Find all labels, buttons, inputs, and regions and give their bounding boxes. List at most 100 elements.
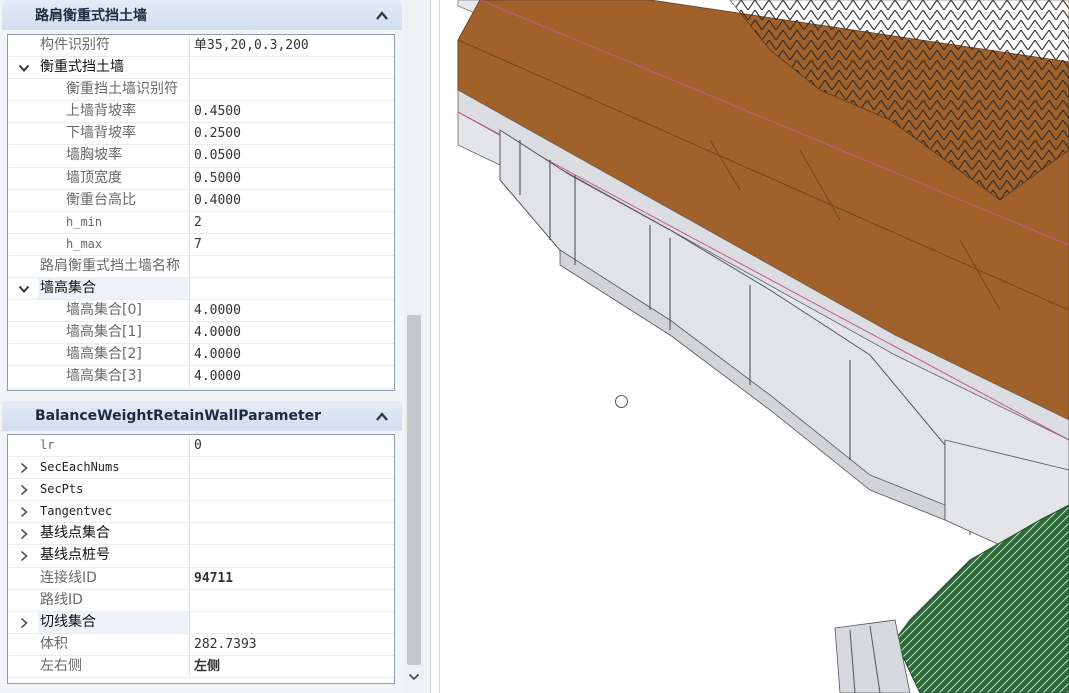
- property-row[interactable]: 墙高集合[1] 4.0000: [8, 322, 394, 345]
- property-value[interactable]: 94711: [194, 568, 394, 589]
- vertical-scrollbar[interactable]: [404, 0, 424, 693]
- property-value[interactable]: 4.0000: [194, 300, 394, 321]
- cursor-circle-icon: [615, 395, 628, 408]
- property-row[interactable]: h_max 7: [8, 233, 394, 256]
- property-row[interactable]: 衡重挡土墙识别符: [8, 79, 394, 102]
- 3d-viewport[interactable]: [440, 0, 1069, 693]
- property-value[interactable]: 4.0000: [194, 344, 394, 365]
- section-header-balance-weight-parameter[interactable]: BalanceWeightRetainWallParameter: [2, 401, 402, 431]
- chevron-right-icon[interactable]: [16, 482, 32, 498]
- property-value[interactable]: [194, 256, 394, 277]
- chevron-down-icon[interactable]: [16, 60, 32, 76]
- property-row[interactable]: 基线点桩号: [8, 545, 394, 568]
- section-title: BalanceWeightRetainWallParameter: [35, 408, 322, 424]
- property-value[interactable]: 0.4000: [194, 190, 394, 211]
- property-row[interactable]: 墙胸坡率 0.0500: [8, 145, 394, 168]
- property-value[interactable]: 0.0500: [194, 145, 394, 166]
- property-row[interactable]: h_min 2: [8, 211, 394, 234]
- property-value[interactable]: 0.5000: [194, 168, 394, 189]
- property-value[interactable]: [194, 479, 394, 500]
- property-name: lr: [38, 435, 190, 457]
- section-header-road-shoulder-wall[interactable]: 路肩衡重式挡土墙: [2, 0, 402, 30]
- property-name: h_min: [38, 211, 190, 233]
- property-row[interactable]: lr 0: [8, 435, 394, 458]
- property-name: Tangentvec: [38, 501, 190, 523]
- property-row[interactable]: 体积 282.7393: [8, 633, 394, 656]
- retaining-wall-model: [457, 0, 1069, 693]
- property-value[interactable]: [194, 590, 394, 611]
- property-value[interactable]: 2: [194, 212, 394, 233]
- chevron-right-icon[interactable]: [16, 504, 32, 520]
- chevron-right-icon[interactable]: [16, 548, 32, 564]
- property-value[interactable]: 0.2500: [194, 123, 394, 144]
- scrollbar-thumb[interactable]: [407, 315, 421, 665]
- property-row[interactable]: 上墙背坡率 0.4500: [8, 101, 394, 124]
- chevron-right-icon[interactable]: [16, 526, 32, 542]
- property-row[interactable]: 下墙背坡率 0.2500: [8, 123, 394, 146]
- property-value[interactable]: 0.4500: [194, 101, 394, 122]
- category-name: 衡重式挡土墙: [38, 57, 190, 79]
- property-row[interactable]: 衡重台高比 0.4000: [8, 189, 394, 212]
- property-value: [194, 278, 394, 299]
- category-row[interactable]: 墙高集合: [8, 278, 394, 301]
- property-name: 构件识别符: [38, 35, 190, 57]
- property-row[interactable]: 连接线ID 94711: [8, 567, 394, 590]
- property-name: 墙高集合[3]: [38, 366, 190, 388]
- category-row[interactable]: 衡重式挡土墙: [8, 57, 394, 80]
- chevron-up-icon[interactable]: [374, 408, 390, 424]
- property-value[interactable]: [194, 501, 394, 522]
- property-value[interactable]: 7: [194, 234, 394, 255]
- property-grid-1: 构件识别符 单35,20,0.3,200 衡重式挡土墙 衡重挡土墙识别符 上墙背…: [7, 34, 395, 391]
- property-name: 墙高集合[2]: [38, 344, 190, 366]
- property-value[interactable]: 单35,20,0.3,200: [194, 35, 394, 56]
- property-value[interactable]: 282.7393: [194, 634, 394, 655]
- property-name: SecEachNums: [38, 457, 190, 479]
- panel-splitter[interactable]: [430, 0, 440, 693]
- property-row[interactable]: 切线集合: [8, 611, 394, 634]
- property-value[interactable]: 4.0000: [194, 322, 394, 343]
- chevron-up-icon[interactable]: [374, 7, 390, 23]
- property-row[interactable]: 墙高集合[0] 4.0000: [8, 300, 394, 323]
- chevron-down-icon[interactable]: [16, 281, 32, 297]
- property-value[interactable]: [194, 457, 394, 478]
- property-name: 体积: [38, 633, 190, 655]
- property-value[interactable]: 0: [194, 435, 394, 456]
- property-name: 墙高集合[0]: [38, 300, 190, 322]
- property-value[interactable]: [194, 523, 394, 544]
- property-name: 路肩衡重式挡土墙名称: [38, 255, 190, 278]
- section-title: 路肩衡重式挡土墙: [35, 8, 147, 24]
- property-name: 切线集合: [38, 611, 190, 633]
- property-row[interactable]: SecPts: [8, 479, 394, 502]
- property-value[interactable]: 4.0000: [194, 366, 394, 387]
- property-row[interactable]: Tangentvec: [8, 501, 394, 524]
- property-grid-2: lr 0 SecEachNums SecPts Tangentvec 基线点集合…: [7, 434, 395, 684]
- property-name: 基线点桩号: [38, 545, 190, 567]
- property-row[interactable]: SecEachNums: [8, 457, 394, 480]
- property-value[interactable]: [194, 545, 394, 566]
- property-row[interactable]: 基线点集合: [8, 523, 394, 546]
- property-row[interactable]: 构件识别符 单35,20,0.3,200: [8, 35, 394, 58]
- chevron-right-icon[interactable]: [16, 460, 32, 476]
- property-value[interactable]: 左侧: [194, 656, 394, 677]
- property-value[interactable]: [194, 612, 394, 633]
- property-name: 衡重挡土墙识别符: [38, 79, 190, 101]
- property-row[interactable]: 路线ID: [8, 589, 394, 612]
- property-name: 基线点集合: [38, 523, 190, 545]
- property-row[interactable]: 左右侧 左侧: [8, 655, 394, 679]
- property-row[interactable]: 墙高集合[3] 4.0000: [8, 366, 394, 389]
- property-name: 左右侧: [38, 655, 190, 678]
- property-row[interactable]: 墙顶宽度 0.5000: [8, 167, 394, 190]
- property-row[interactable]: 路肩衡重式挡土墙名称: [8, 255, 394, 279]
- property-name: h_max: [38, 233, 190, 255]
- property-name: 墙胸坡率: [38, 145, 190, 167]
- scroll-down-arrow-icon[interactable]: [406, 670, 422, 684]
- property-value[interactable]: [194, 79, 394, 100]
- chevron-right-icon[interactable]: [16, 615, 32, 631]
- property-value: [194, 57, 394, 78]
- property-row[interactable]: 墙高集合[2] 4.0000: [8, 344, 394, 367]
- property-name: 衡重台高比: [38, 189, 190, 211]
- property-name: 连接线ID: [38, 567, 190, 589]
- property-name: 下墙背坡率: [38, 123, 190, 145]
- property-name: 墙顶宽度: [38, 167, 190, 189]
- property-panel: 路肩衡重式挡土墙 构件识别符 单35,20,0.3,200 衡重式挡土墙 衡重挡…: [0, 0, 430, 693]
